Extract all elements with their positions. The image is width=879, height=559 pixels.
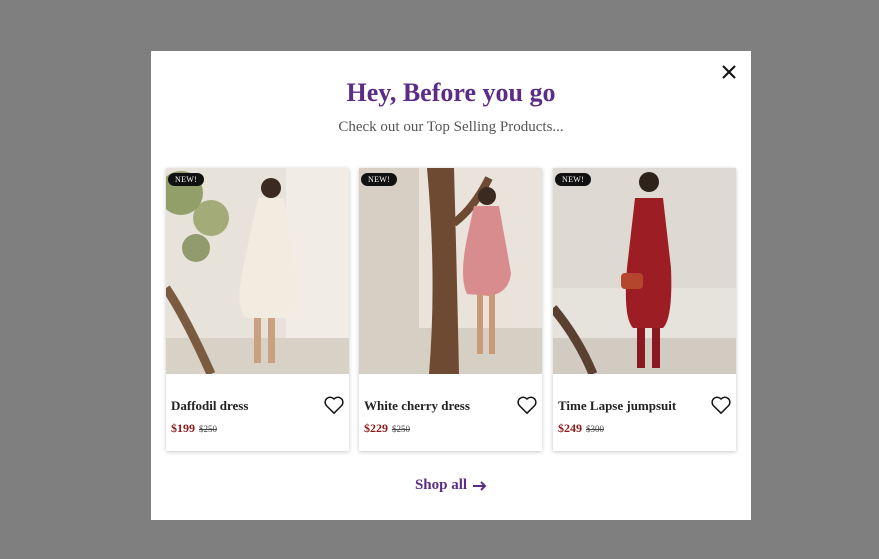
new-badge: NEW!	[361, 173, 398, 186]
product-card[interactable]: NEW! White cherry dress $229 $250	[359, 168, 542, 451]
wishlist-heart-icon[interactable]	[710, 395, 732, 415]
product-old-price: $250	[199, 424, 217, 434]
product-image[interactable]: NEW!	[166, 168, 349, 374]
product-card[interactable]: NEW! Time Lapse jumpsuit $249 $300	[553, 168, 736, 451]
arrow-right-icon	[473, 480, 487, 491]
product-price: $199	[171, 421, 195, 435]
product-old-price: $250	[392, 424, 410, 434]
product-name[interactable]: Daffodil dress	[171, 398, 248, 414]
shop-all-label[interactable]: Shop all	[415, 477, 467, 493]
product-image[interactable]: NEW!	[553, 168, 736, 374]
product-price: $249	[558, 421, 582, 435]
product-name[interactable]: White cherry dress	[364, 398, 470, 414]
popup-title: Hey, Before you go	[346, 78, 556, 107]
wishlist-heart-icon[interactable]	[323, 395, 345, 415]
popup-subtitle: Check out our Top Selling Products...	[338, 119, 564, 135]
product-image[interactable]: NEW!	[359, 168, 542, 374]
shop-all-link[interactable]: Shop all	[151, 477, 751, 494]
product-price: $229	[364, 421, 388, 435]
wishlist-heart-icon[interactable]	[516, 395, 538, 415]
product-old-price: $300	[586, 424, 604, 434]
product-card[interactable]: NEW! Daffodil dress $199 $250	[166, 168, 349, 451]
product-name[interactable]: Time Lapse jumpsuit	[558, 398, 676, 414]
new-badge: NEW!	[168, 173, 205, 186]
product-list: NEW! Daffodil dress $199 $250 NEW! White…	[166, 168, 737, 451]
exit-intent-popup: Hey, Before you go Check out our Top Sel…	[151, 51, 751, 520]
new-badge: NEW!	[555, 173, 592, 186]
